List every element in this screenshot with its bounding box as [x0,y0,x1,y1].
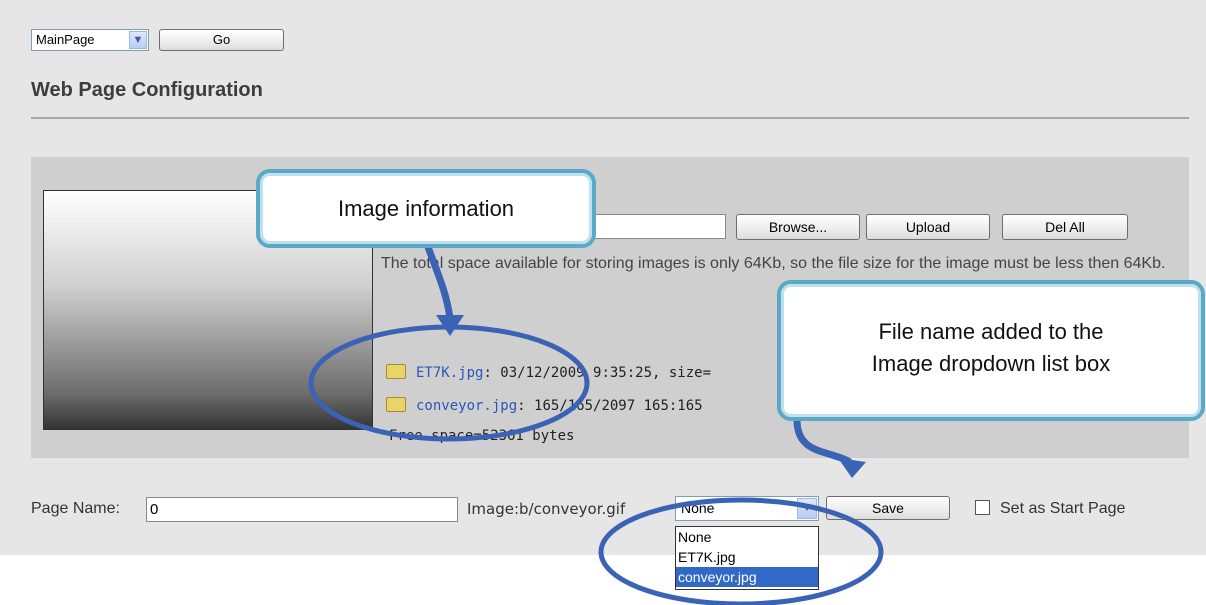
dropdown-option-selected[interactable]: conveyor.jpg [676,567,818,587]
save-button[interactable]: Save [826,496,950,520]
del-all-button[interactable]: Del All [1002,214,1128,240]
file-added-callout-line1: File name added to the [878,319,1104,344]
image-select[interactable]: None ▼ [675,496,819,521]
page-select[interactable]: MainPage ▼ [31,29,149,51]
page-select-value: MainPage [36,32,95,47]
chevron-down-icon[interactable]: ▼ [129,31,147,49]
file-link[interactable]: ET7K.jpg [416,365,483,381]
folder-icon [386,364,406,379]
page-name-input[interactable]: 0 [146,497,458,522]
upload-button[interactable]: Upload [866,214,990,240]
free-space-text: Free space=52361 bytes [389,428,575,444]
page-title: Web Page Configuration [31,79,263,101]
dropdown-option[interactable]: None [676,527,818,547]
browse-button[interactable]: Browse... [736,214,860,240]
file-added-callout-line2: Image dropdown list box [871,351,1111,376]
file-link[interactable]: conveyor.jpg [416,398,517,414]
file-list-item: ET7K.jpg: 03/12/2009 9:35:25, size= [386,364,711,381]
dropdown-option[interactable]: ET7K.jpg [676,547,818,567]
image-label: Image:b/conveyor.gif [467,500,626,518]
go-button[interactable]: Go [159,29,284,51]
image-select-value: None [681,500,715,516]
image-info-callout-text: Image information [337,196,515,221]
page-name-label: Page Name: [31,500,120,517]
file-path-input[interactable] [580,214,726,239]
file-details: : 165/165/2097 165:165 [517,398,703,414]
start-page-label: Set as Start Page [1000,500,1126,517]
start-page-checkbox[interactable] [975,500,990,515]
image-info-callout: Image information [256,169,596,248]
image-dropdown-list: None ET7K.jpg conveyor.jpg [675,526,819,590]
file-list-item: conveyor.jpg: 165/165/2097 165:165 [386,397,703,414]
folder-icon [386,397,406,412]
title-divider [31,117,1189,119]
storage-info-text: The total space available for storing im… [381,255,1166,272]
file-details: : 03/12/2009 9:35:25, size= [483,365,712,381]
chevron-down-icon[interactable]: ▼ [797,498,817,519]
file-added-callout: File name added to the Image dropdown li… [777,280,1205,421]
